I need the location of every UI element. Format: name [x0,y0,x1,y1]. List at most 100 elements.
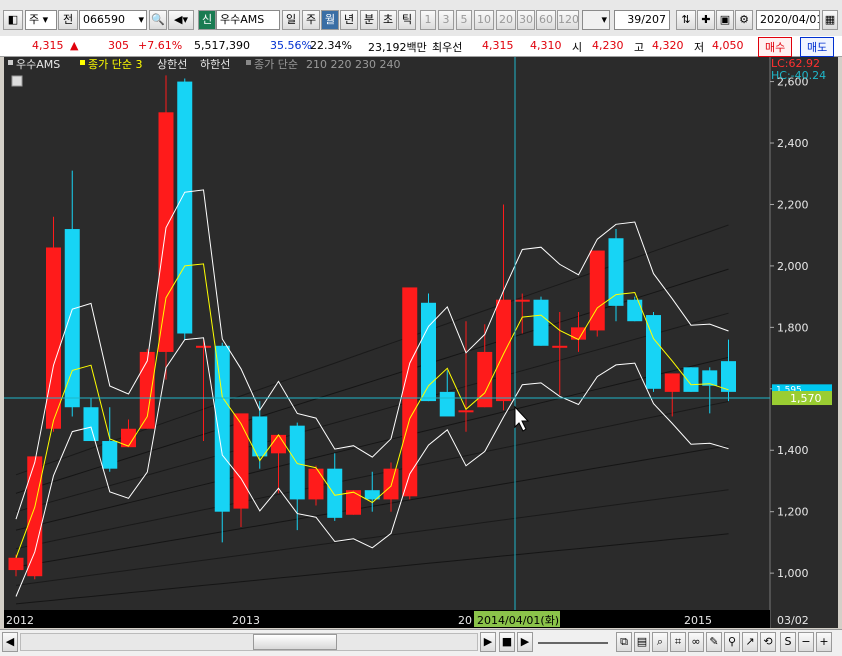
interval-120-button[interactable]: 120 [557,10,579,30]
period-type-select[interactable]: 주 ▾ [25,10,57,30]
interval-1-button[interactable]: 1 [420,10,436,30]
candle-body [289,425,305,500]
interval-input[interactable]: ▾ [582,10,610,30]
layout-icon[interactable]: ▤ [634,632,650,652]
low-price: 4,050 [712,39,744,52]
best-ask-label: 최우선 [432,41,463,54]
stock-code-value: 066590 [83,13,125,26]
candle-body [383,468,399,500]
candle-body [552,345,568,348]
crosshair-icon[interactable]: ✚ [697,10,715,30]
candle-body [158,112,174,352]
price-chart[interactable]: 2,6002,4002,2002,0001,8001,6001,4001,200… [4,57,838,628]
up-arrow-icon: ▲ [70,39,79,52]
buy-button[interactable]: 매수 [758,37,793,57]
volume-ratio: 35.56% [270,39,312,52]
legend-ma-group: 종가 단순 [254,58,298,71]
candle-body [177,81,193,334]
chart-type-icon[interactable]: ⌗ [670,632,686,652]
x-label-end: 03/02 [777,614,809,627]
zoom-in-button[interactable]: + [816,632,832,652]
link-icon[interactable]: ∞ [688,632,704,652]
reset-icon[interactable]: ⟲ [760,632,776,652]
candle-body [271,434,286,454]
tool-icon[interactable]: ↗ [742,632,758,652]
sell-button[interactable]: 매도 [800,37,835,57]
interval-5-button[interactable]: 5 [456,10,472,30]
legend-ma-periods: 210 220 230 240 [306,58,400,71]
candle-body [214,345,230,512]
zoom-out-button[interactable]: − [798,632,814,652]
candle-body [514,299,530,302]
prev-button[interactable]: 전 [58,10,78,30]
candle-body [496,299,511,402]
scroll-right-button[interactable]: ▶ [480,632,496,652]
panel-icon[interactable]: ◧ [3,10,23,30]
grid-icon[interactable] [11,75,23,87]
scroll-left-button[interactable]: ◀ [2,632,18,652]
date-input[interactable]: 2020/04/01 [756,10,820,30]
speed-slider[interactable] [538,642,608,644]
draw-icon[interactable]: ✎ [706,632,722,652]
y-tick-label: 1,000 [777,567,809,580]
indicator-icon[interactable]: ⚲ [724,632,740,652]
speaker-icon[interactable]: ◀▾ [168,10,194,30]
gear-icon[interactable]: ⚙ [735,10,753,30]
current-price: 4,315 [32,39,64,52]
x-label-2013: 2013 [232,614,260,627]
candle-body [664,373,680,392]
candle-body [8,557,24,571]
legend-stock-name: 우수AMS [16,58,60,71]
period-tick-button[interactable]: 틱 [398,10,416,30]
interval-20-button[interactable]: 20 [496,10,516,30]
stop-button[interactable]: ■ [499,632,515,652]
period-day-button[interactable]: 일 [282,10,300,30]
candle-body [308,468,324,500]
period-month-button[interactable]: 월 [321,10,339,30]
candle-body [83,407,99,442]
x-label-2014: 20 [458,614,472,627]
open-price: 4,230 [592,39,624,52]
sync-icon[interactable]: ⇅ [676,10,696,30]
interval-3-button[interactable]: 3 [438,10,454,30]
toolbar: ◧ 주 ▾ 전 066590 ▾ 🔍 ◀▾ 신 우수AMS 일 주 월 년 분 초… [0,0,842,37]
trade-amount: 23,192백만 [368,41,427,54]
reset-button[interactable]: S [780,632,796,652]
x-label-2015: 2015 [684,614,712,627]
stock-code-input[interactable]: 066590 ▾ [79,10,147,30]
volume: 5,517,390 [194,39,250,52]
scrollbar-thumb[interactable] [253,634,337,650]
candle-body [346,490,361,515]
period-type-value: 주 [29,13,40,26]
bottom-toolbar: ◀ ▶ ■ ▶ ⧉ ▤ ⌕ ⌗ ∞ ✎ ⚲ ↗ ⟲ S − + [0,629,842,656]
interval-10-button[interactable]: 10 [474,10,494,30]
calendar-icon[interactable]: ▦ [822,10,838,30]
y-tick-label: 2,400 [777,137,809,150]
scrollbar-track[interactable] [20,633,478,651]
interval-30-button[interactable]: 30 [517,10,535,30]
legend-ma-label: 종가 단순 3 [88,58,142,71]
save-icon[interactable]: ▣ [716,10,734,30]
candle-body [683,367,699,392]
best-ask: 4,315 [482,39,514,52]
split-view-icon[interactable]: ⧉ [616,632,632,652]
period-minute-button[interactable]: 분 [360,10,378,30]
quote-bar: 4,315 ▲ 305 +7.61% 5,517,390 35.56% 22.3… [0,36,842,57]
play-button[interactable]: ▶ [517,632,533,652]
search-icon[interactable]: 🔍 [149,10,167,30]
zoom-tool-icon[interactable]: ⌕ [652,632,668,652]
best-bid: 4,310 [530,39,562,52]
y-tick-label: 2,200 [777,198,809,211]
candle-body [608,238,624,306]
y-tick-label: 1,400 [777,444,809,457]
open-label: 시 [572,41,583,54]
period-second-button[interactable]: 초 [379,10,397,30]
interval-60-button[interactable]: 60 [536,10,556,30]
period-week-button[interactable]: 주 [302,10,320,30]
legend-upper-label: 상한선 [157,58,187,71]
page-counter: 39/207 [614,10,670,30]
candle-body [233,413,249,509]
crosshair-price-label: 1,570 [790,392,822,405]
period-year-button[interactable]: 년 [340,10,358,30]
candle-body [196,345,211,348]
